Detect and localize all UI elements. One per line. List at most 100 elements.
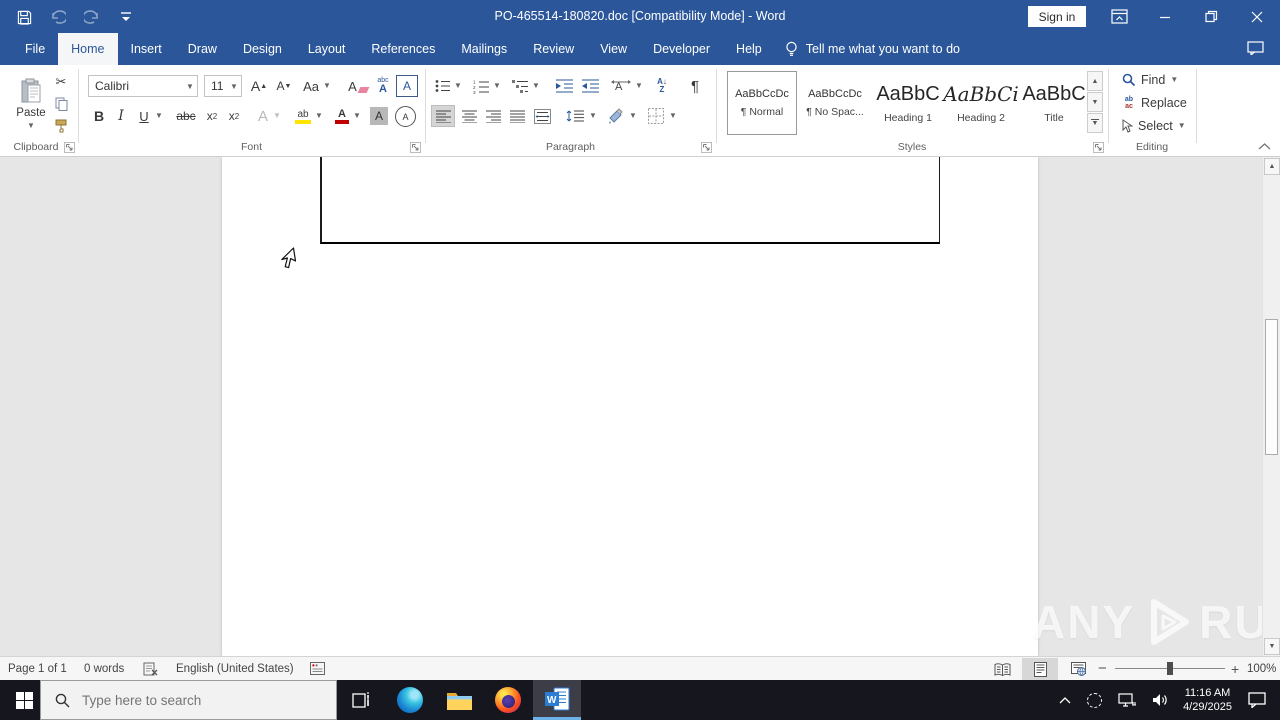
numbering-caret[interactable]: ▼ xyxy=(492,75,502,97)
zoom-level[interactable]: 100% xyxy=(1247,657,1276,680)
format-painter-icon[interactable] xyxy=(52,118,70,134)
numbering-icon[interactable]: 123 xyxy=(470,75,492,97)
asian-layout-icon[interactable]: A xyxy=(608,75,634,97)
proofing-errors-icon[interactable] xyxy=(143,657,158,680)
strikethrough-button[interactable]: abc xyxy=(172,105,200,127)
collapse-ribbon-icon[interactable] xyxy=(1254,139,1274,153)
bullets-caret[interactable]: ▼ xyxy=(453,75,463,97)
copy-icon[interactable] xyxy=(52,96,70,112)
bullets-icon[interactable] xyxy=(433,75,453,97)
superscript-button[interactable]: x2 xyxy=(224,105,244,127)
clear-formatting-icon[interactable]: A xyxy=(346,75,370,97)
font-dialog-launcher[interactable] xyxy=(410,142,421,153)
tray-chevron-icon[interactable] xyxy=(1051,696,1079,704)
align-center-button[interactable] xyxy=(458,105,480,127)
borders-icon[interactable] xyxy=(644,105,668,127)
document-canvas[interactable]: ANY RUN ▲ ▼ xyxy=(0,157,1280,656)
zoom-out-button[interactable]: − xyxy=(1098,657,1107,680)
scrollbar-thumb[interactable] xyxy=(1265,319,1278,455)
print-layout-button[interactable] xyxy=(1022,658,1058,680)
language-indicator[interactable]: English (United States) xyxy=(176,657,294,680)
bold-button[interactable]: B xyxy=(90,105,108,127)
styles-scroll-up-icon[interactable]: ▲ xyxy=(1087,71,1103,91)
phonetic-guide-icon[interactable]: abc A xyxy=(372,74,394,98)
tab-design[interactable]: Design xyxy=(230,33,295,65)
styles-dialog-launcher[interactable] xyxy=(1093,142,1104,153)
character-shading-icon[interactable]: A xyxy=(370,107,388,125)
taskbar-word-button[interactable]: W xyxy=(533,680,581,720)
tab-file[interactable]: File xyxy=(12,33,58,65)
scroll-down-icon[interactable]: ▼ xyxy=(1264,638,1280,655)
restore-button[interactable] xyxy=(1188,0,1234,33)
italic-button[interactable]: I xyxy=(114,105,128,127)
asian-layout-caret[interactable]: ▼ xyxy=(634,75,644,97)
distribute-text-icon[interactable] xyxy=(530,105,554,127)
multilevel-caret[interactable]: ▼ xyxy=(531,75,541,97)
zoom-slider-thumb[interactable] xyxy=(1167,662,1173,675)
read-mode-button[interactable] xyxy=(984,658,1020,680)
multilevel-list-icon[interactable] xyxy=(509,75,531,97)
tab-view[interactable]: View xyxy=(587,33,640,65)
subscript-button[interactable]: x2 xyxy=(202,105,222,127)
paste-caret[interactable]: ▼ xyxy=(27,122,35,130)
ribbon-display-options-icon[interactable] xyxy=(1096,0,1142,33)
font-size-combo[interactable]: 11 ▼ xyxy=(204,75,242,97)
decrease-indent-icon[interactable] xyxy=(553,75,575,97)
show-paragraph-marks-icon[interactable]: ¶ xyxy=(686,75,704,97)
style-title[interactable]: AaBbC Title xyxy=(1019,71,1089,135)
taskbar-clock[interactable]: 11:16 AM 4/29/2025 xyxy=(1183,686,1232,714)
style-no-spacing[interactable]: AaBbCcDc ¶ No Spac... xyxy=(800,71,870,135)
tab-mailings[interactable]: Mailings xyxy=(448,33,520,65)
comment-icon[interactable] xyxy=(1247,41,1264,55)
taskbar-search-box[interactable] xyxy=(40,680,337,720)
macro-record-icon[interactable] xyxy=(310,657,325,680)
volume-icon[interactable] xyxy=(1144,693,1177,707)
find-button[interactable]: Find ▼ xyxy=(1122,73,1178,87)
grow-font-button[interactable]: A ▲ xyxy=(248,75,270,97)
document-table-border[interactable] xyxy=(320,157,940,244)
web-layout-button[interactable] xyxy=(1060,658,1096,680)
tab-layout[interactable]: Layout xyxy=(295,33,359,65)
minimize-button[interactable] xyxy=(1142,0,1188,33)
line-spacing-icon[interactable] xyxy=(562,105,588,127)
styles-scroll-down-icon[interactable]: ▼ xyxy=(1087,92,1103,112)
styles-more-icon[interactable]: ▼ xyxy=(1087,113,1103,133)
edge-icon[interactable] xyxy=(386,680,434,720)
shrink-font-button[interactable]: A ▼ xyxy=(273,75,295,97)
underline-caret[interactable]: ▼ xyxy=(154,105,164,127)
search-input[interactable] xyxy=(80,691,304,709)
task-view-button[interactable] xyxy=(337,680,385,720)
font-color-caret[interactable]: ▼ xyxy=(352,105,362,127)
file-explorer-icon[interactable] xyxy=(435,680,483,720)
action-center-icon[interactable] xyxy=(1244,692,1280,708)
close-button[interactable] xyxy=(1234,0,1280,33)
style-normal[interactable]: AaBbCcDc ¶ Normal xyxy=(727,71,797,135)
word-count[interactable]: 0 words xyxy=(84,657,124,680)
paste-button[interactable]: Paste ▼ xyxy=(8,71,54,137)
line-spacing-caret[interactable]: ▼ xyxy=(588,105,598,127)
tab-draw[interactable]: Draw xyxy=(175,33,230,65)
character-border-icon[interactable]: A xyxy=(396,75,418,97)
sort-icon[interactable]: A↓ Z xyxy=(652,74,672,98)
network-icon[interactable] xyxy=(1110,692,1144,708)
sign-in-button[interactable]: Sign in xyxy=(1028,6,1086,27)
shading-icon[interactable] xyxy=(604,105,628,127)
scroll-up-icon[interactable]: ▲ xyxy=(1264,158,1280,175)
highlight-caret[interactable]: ▼ xyxy=(314,105,324,127)
tab-insert[interactable]: Insert xyxy=(118,33,175,65)
style-heading1[interactable]: AaBbC Heading 1 xyxy=(873,71,943,135)
vertical-scrollbar[interactable]: ▲ ▼ xyxy=(1262,157,1280,656)
tell-me-box[interactable]: Tell me what you want to do xyxy=(775,33,960,65)
paragraph-dialog-launcher[interactable] xyxy=(701,142,712,153)
clipboard-dialog-launcher[interactable] xyxy=(64,142,75,153)
page-indicator[interactable]: Page 1 of 1 xyxy=(8,657,67,680)
select-button[interactable]: Select ▼ xyxy=(1122,119,1186,133)
firefox-icon[interactable] xyxy=(484,680,532,720)
underline-button[interactable]: U xyxy=(136,105,152,127)
justify-button[interactable] xyxy=(506,105,528,127)
align-right-button[interactable] xyxy=(482,105,504,127)
zoom-slider[interactable] xyxy=(1115,657,1225,680)
font-name-combo[interactable]: Calibri ▼ xyxy=(88,75,198,97)
align-left-button[interactable] xyxy=(431,105,455,127)
font-color-icon[interactable]: A xyxy=(332,106,352,127)
